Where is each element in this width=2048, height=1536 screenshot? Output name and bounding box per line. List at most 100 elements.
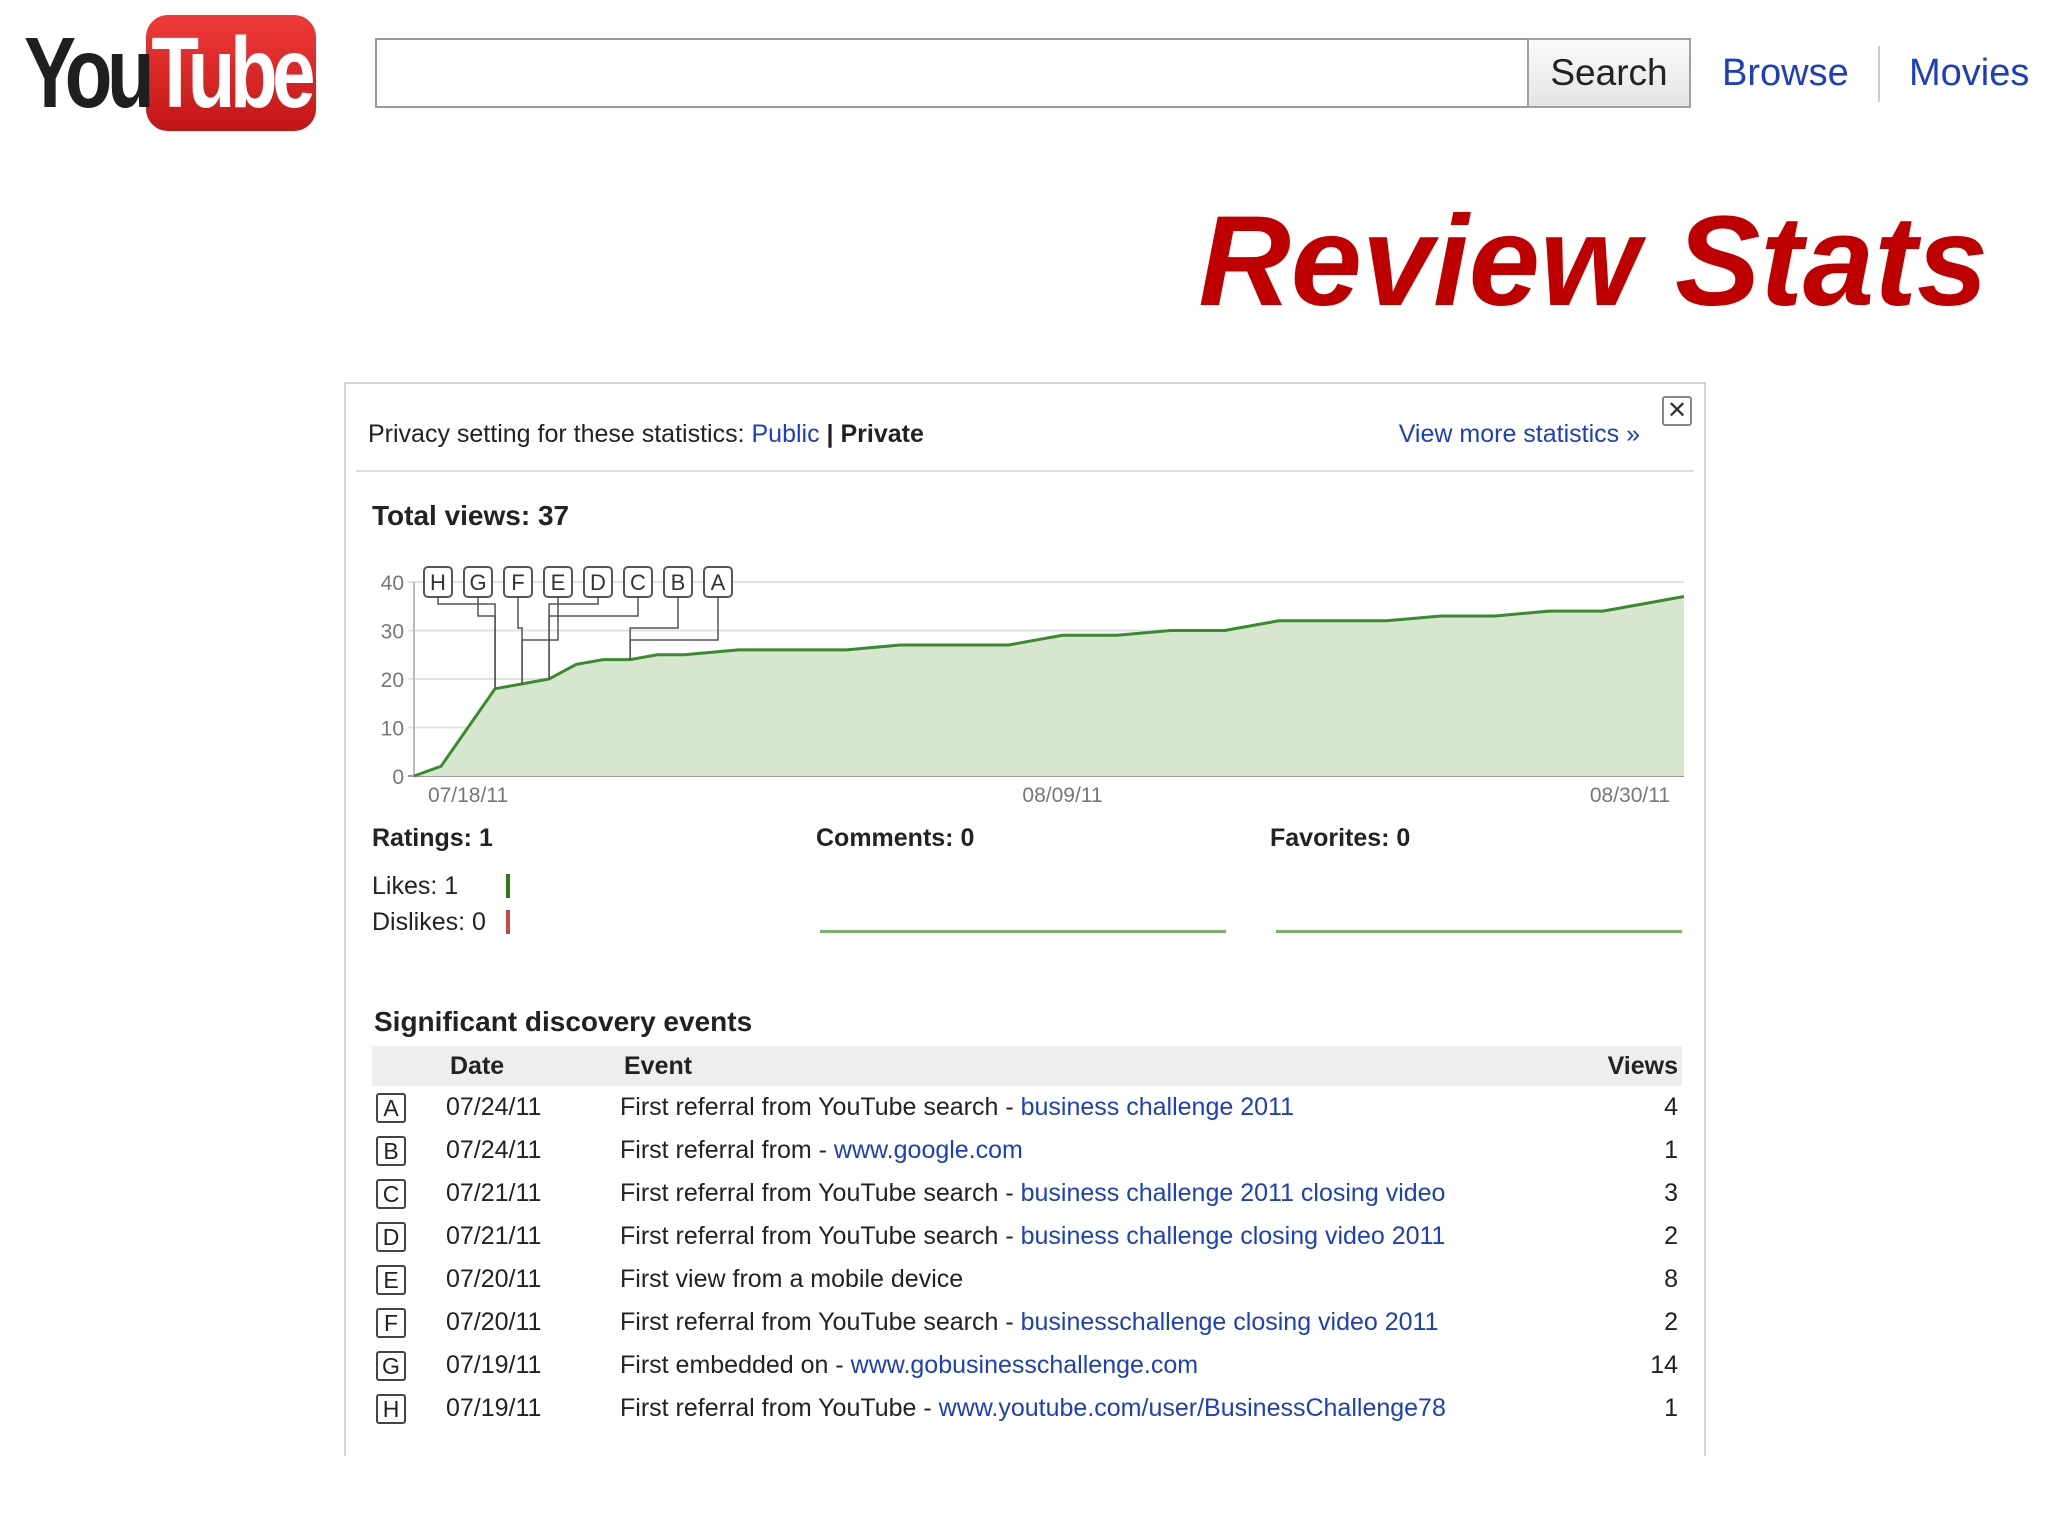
event-date: 07/20/11 [446, 1308, 542, 1336]
y-tick-label: 30 [381, 621, 404, 644]
event-letter-badge[interactable]: B [376, 1135, 406, 1166]
y-tick-label: 0 [392, 766, 404, 789]
nav-browse-link[interactable]: Browse [1722, 52, 1849, 95]
event-description: First referral from YouTube search - bus… [620, 1222, 1562, 1251]
event-link[interactable]: www.youtube.com/user/BusinessChallenge78 [939, 1394, 1446, 1422]
event-text: First referral from YouTube search - [620, 1179, 1021, 1207]
table-row: D 07/21/11 First referral from YouTube sea… [372, 1215, 1682, 1258]
event-description: First referral from YouTube - www.youtub… [620, 1394, 1562, 1423]
y-tick-label: 40 [381, 572, 404, 595]
event-description: First referral from - www.google.com [620, 1136, 1562, 1165]
comments-heading: Comments: 0 [816, 824, 975, 852]
comments-sparkline [820, 930, 1226, 933]
event-marker-label: G [469, 570, 486, 595]
privacy-separator: | [826, 420, 834, 448]
event-link[interactable]: business challenge 2011 closing video [1021, 1179, 1446, 1207]
favorites-heading: Favorites: 0 [1270, 824, 1411, 852]
views-chart: 0 10 20 30 40 07/18/11 08/09/11 08/30/11 H G F E D C B… [381, 566, 1685, 807]
event-views: 1 [1664, 1136, 1678, 1164]
event-marker-label: D [590, 570, 606, 595]
event-marker-label: H [430, 570, 446, 595]
event-marker-leader [437, 597, 496, 689]
event-letter-badge[interactable]: G [376, 1350, 406, 1381]
y-tick-label: 20 [381, 669, 404, 692]
event-marker-leader [477, 597, 496, 689]
logo-tube-text: Tube [151, 16, 316, 129]
event-link[interactable]: businesschallenge closing video 2011 [1021, 1308, 1439, 1336]
event-letter-badge[interactable]: E [376, 1264, 406, 1295]
header-views: Views [1607, 1051, 1678, 1080]
event-views: 2 [1664, 1222, 1678, 1250]
events-table-header: Date Event Views [372, 1046, 1682, 1086]
panel-divider [356, 470, 1694, 472]
event-description: First referral from YouTube search - bus… [620, 1308, 1562, 1337]
x-tick-label: 08/09/11 [1022, 784, 1102, 807]
youtube-logo[interactable]: You Tube [24, 14, 316, 132]
nav-movies-link[interactable]: Movies [1909, 52, 2029, 95]
event-link[interactable]: www.gobusinesschallenge.com [851, 1351, 1198, 1379]
ratings-heading: Ratings: 1 [372, 824, 493, 852]
table-row: C 07/21/11 First referral from YouTube sea… [372, 1172, 1682, 1215]
event-link[interactable]: business challenge 2011 [1021, 1093, 1294, 1121]
total-views: Total views: 37 [372, 500, 570, 531]
search-bar: Search [375, 38, 1691, 108]
event-letter-badge[interactable]: F [376, 1307, 406, 1338]
event-date: 07/24/11 [446, 1093, 542, 1121]
event-description: First referral from YouTube search - bus… [620, 1093, 1562, 1122]
event-marker-label: E [551, 570, 566, 595]
event-marker-label: C [630, 570, 646, 595]
search-input[interactable] [375, 38, 1527, 108]
event-letter-badge[interactable]: D [376, 1221, 406, 1252]
event-letter-badge[interactable]: C [376, 1178, 406, 1209]
table-row: F 07/20/11 First referral from YouTube sea… [372, 1301, 1682, 1344]
privacy-setting: Privacy setting for these statistics: Pu… [368, 420, 924, 449]
event-marker-cell: F [372, 1307, 446, 1338]
table-row: B 07/24/11 First referral from - www.googl… [372, 1129, 1682, 1172]
event-link[interactable]: www.google.com [834, 1136, 1023, 1164]
favorites-sparkline [1276, 930, 1682, 933]
event-date: 07/21/11 [446, 1179, 542, 1207]
event-marker-leader [521, 597, 559, 684]
table-row: E 07/20/11 First view from a mobile device… [372, 1258, 1682, 1301]
view-more-statistics-link[interactable]: View more statistics » [1399, 420, 1640, 449]
search-button[interactable]: Search [1527, 38, 1691, 108]
event-views: 8 [1664, 1265, 1678, 1293]
chart-area-fill [414, 596, 1684, 776]
header-event: Event [624, 1051, 693, 1080]
event-letter-badge[interactable]: A [376, 1092, 406, 1123]
event-description: First referral from YouTube search - bus… [620, 1179, 1562, 1208]
privacy-public-link[interactable]: Public [751, 420, 819, 448]
y-tick-label: 10 [381, 718, 404, 741]
event-text: First referral from YouTube - [620, 1394, 939, 1422]
nav-divider [1878, 46, 1880, 102]
event-description: First view from a mobile device [620, 1265, 1562, 1294]
table-row: G 07/19/11 First embedded on - www.gobusin… [372, 1344, 1682, 1387]
events-table-body: A 07/24/11 First referral from YouTube sea… [372, 1086, 1682, 1430]
event-marker-label: F [511, 570, 524, 595]
event-marker-cell: A [372, 1092, 446, 1123]
event-date: 07/20/11 [446, 1265, 542, 1293]
event-description: First embedded on - www.gobusinesschalle… [620, 1351, 1562, 1380]
x-tick-label: 07/18/11 [428, 784, 508, 807]
dislikes-bar [506, 910, 510, 934]
logo-tube-box: Tube [146, 15, 316, 131]
x-tick-label: 08/30/11 [1590, 784, 1670, 807]
event-marker-cell: G [372, 1350, 446, 1381]
event-marker-cell: H [372, 1393, 446, 1424]
event-letter-badge[interactable]: H [376, 1393, 406, 1424]
event-views: 2 [1664, 1308, 1678, 1336]
event-text: First referral from YouTube search - [620, 1308, 1021, 1336]
event-marker-cell: C [372, 1178, 446, 1209]
event-link[interactable]: business challenge closing video 2011 [1021, 1222, 1446, 1250]
event-text: First referral from YouTube search - [620, 1093, 1021, 1121]
event-views: 3 [1664, 1179, 1678, 1207]
event-marker-cell: D [372, 1221, 446, 1252]
event-date: 07/21/11 [446, 1222, 542, 1250]
statistics-panel: Privacy setting for these statistics: Pu… [344, 382, 1706, 1456]
event-date: 07/24/11 [446, 1136, 542, 1164]
close-icon[interactable]: ✕ [1662, 396, 1692, 426]
likes-bar [506, 874, 510, 898]
event-text: First view from a mobile device [620, 1265, 964, 1293]
table-row: H 07/19/11 First referral from YouTube - w… [372, 1387, 1682, 1430]
event-text: First referral from - [620, 1136, 834, 1164]
